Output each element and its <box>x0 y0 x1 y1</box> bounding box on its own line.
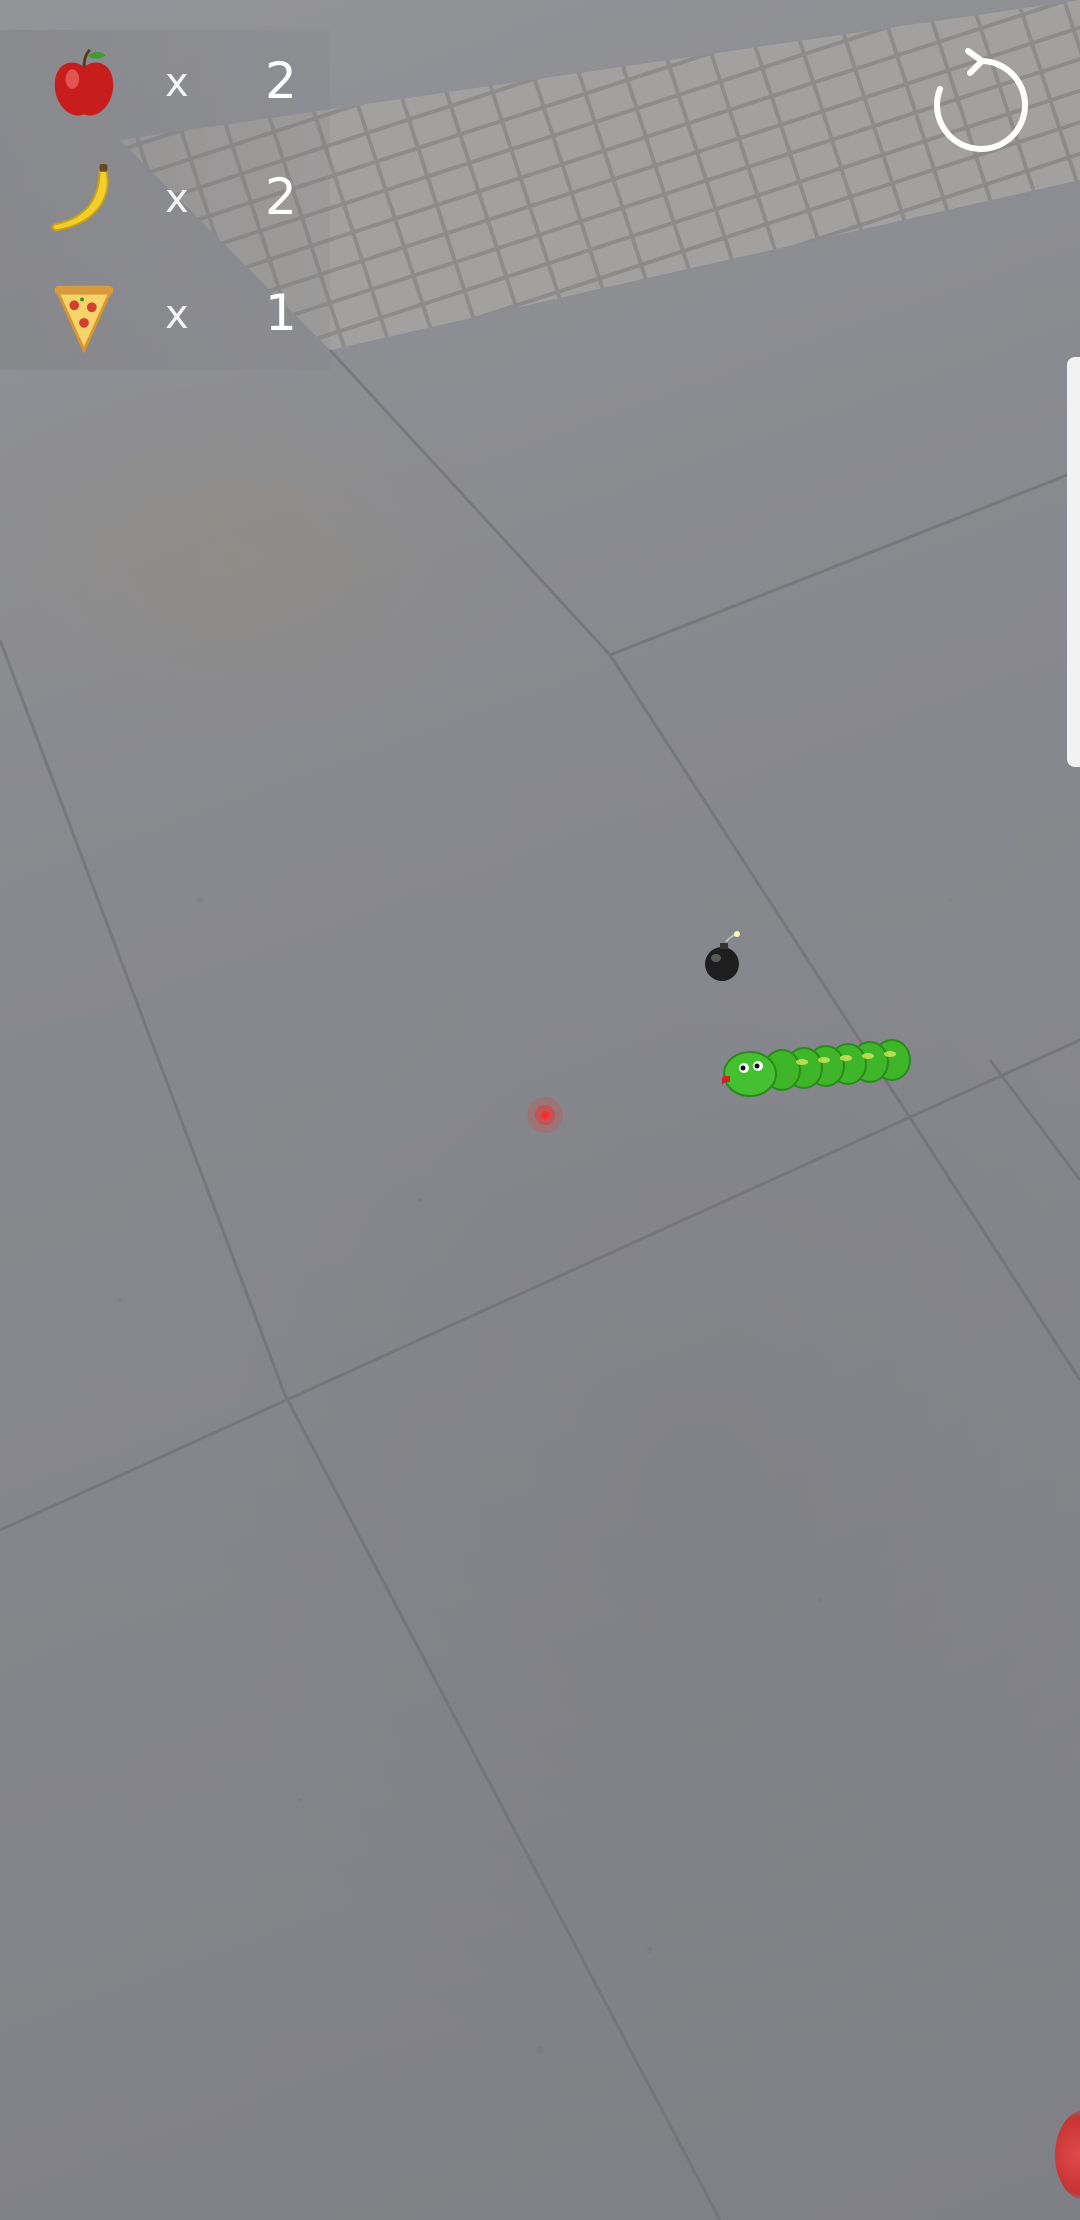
apple-multiplier: x <box>165 60 189 106</box>
apple-count: 2 <box>265 52 297 110</box>
banana-icon <box>51 163 109 232</box>
target-marker <box>527 1097 563 1133</box>
edge-panel-handle[interactable] <box>1067 357 1080 767</box>
pizza-multiplier: x <box>165 292 189 338</box>
apple-counter: x 2 <box>0 30 330 140</box>
food-counter-panel: x 2 x 2 x 1 <box>0 30 330 370</box>
ar-camera-view[interactable]: x 2 x 2 x 1 <box>0 0 1080 2220</box>
pizza-icon <box>54 285 114 354</box>
snake <box>722 1039 911 1097</box>
banana-counter: x 2 <box>0 146 330 256</box>
restart-icon <box>933 48 1028 152</box>
banana-multiplier: x <box>165 176 189 222</box>
restart-button[interactable] <box>920 45 1032 165</box>
apple-icon <box>54 48 114 116</box>
banana-count: 2 <box>265 168 297 226</box>
bomb-icon <box>705 931 740 981</box>
pizza-count: 1 <box>265 284 297 342</box>
pizza-counter: x 1 <box>0 262 330 372</box>
